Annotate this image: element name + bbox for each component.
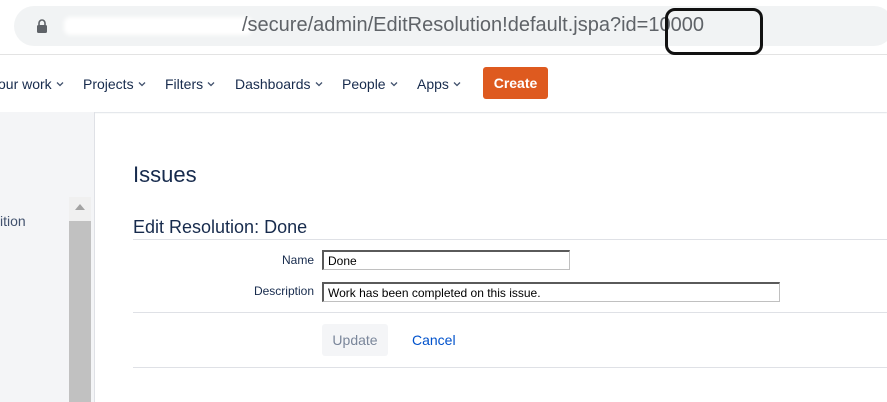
nav-label: Filters xyxy=(165,76,204,92)
description-field[interactable] xyxy=(322,282,780,302)
app-navigation: our work Projects Filters Dashboards Peo… xyxy=(0,55,887,112)
chevron-down-icon xyxy=(207,82,215,87)
divider xyxy=(133,367,887,368)
divider xyxy=(133,312,887,313)
nav-projects[interactable]: Projects xyxy=(83,76,146,92)
name-field[interactable] xyxy=(322,250,570,270)
chevron-down-icon xyxy=(315,82,322,87)
nav-dashboards[interactable]: Dashboards xyxy=(235,76,323,92)
cancel-link[interactable]: Cancel xyxy=(412,332,456,348)
nav-people[interactable]: People xyxy=(342,76,398,92)
lock-icon xyxy=(37,19,47,33)
page-title: Issues xyxy=(133,162,197,187)
browser-toolbar: /secure/admin/EditResolution!default.jsp… xyxy=(0,0,887,55)
create-button[interactable]: Create xyxy=(483,67,548,99)
chevron-down-icon xyxy=(390,82,398,87)
url-path: /secure/admin/EditResolution!default.jsp… xyxy=(242,14,649,36)
nav-apps[interactable]: Apps xyxy=(417,76,461,92)
nav-filters[interactable]: Filters xyxy=(165,76,215,92)
nav-label: Projects xyxy=(83,76,134,92)
nav-label: our work xyxy=(0,76,52,92)
chevron-down-icon xyxy=(56,82,64,87)
url-text[interactable]: /secure/admin/EditResolution!default.jsp… xyxy=(242,14,704,37)
admin-sidebar: ition xyxy=(0,112,95,402)
nav-label: Dashboards xyxy=(235,76,311,92)
nav-label: Apps xyxy=(417,76,449,92)
form-heading: Edit Resolution: Done xyxy=(133,217,308,237)
sidebar-item-partial[interactable]: ition xyxy=(0,213,26,229)
scroll-up-arrow-icon[interactable] xyxy=(75,204,85,210)
description-label: Description xyxy=(253,284,314,298)
id-highlight-annotation xyxy=(665,8,763,55)
nav-label: People xyxy=(342,76,386,92)
name-label: Name xyxy=(281,253,314,267)
redacted-host xyxy=(64,17,252,35)
divider xyxy=(133,239,887,240)
nav-your-work[interactable]: our work xyxy=(0,76,64,92)
chevron-down-icon xyxy=(453,82,461,87)
scrollbar-thumb[interactable] xyxy=(69,221,91,402)
chevron-down-icon xyxy=(138,82,146,87)
update-button[interactable]: Update xyxy=(322,324,388,356)
